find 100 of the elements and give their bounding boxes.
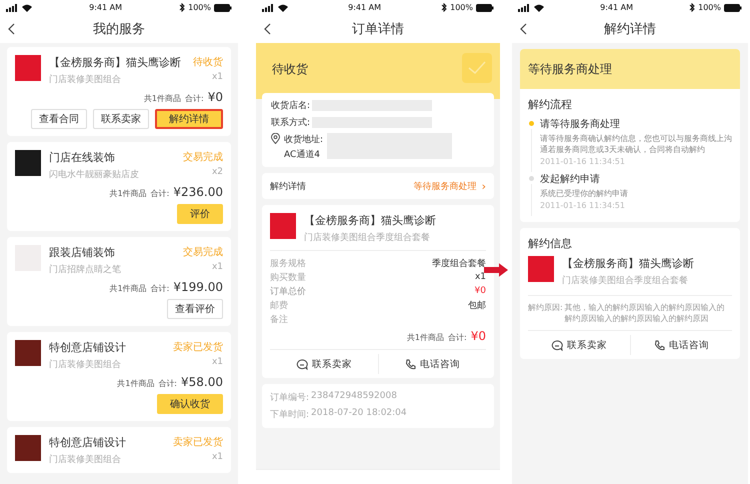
- total-label: 合计:: [150, 188, 170, 199]
- phone-icon: [404, 358, 416, 370]
- item-count: 共1件商品: [117, 378, 154, 389]
- battery-percent: 100%: [188, 3, 211, 12]
- back-icon[interactable]: [8, 23, 15, 35]
- detail-label: 服务规格: [270, 258, 306, 270]
- detail-label: 邮费: [270, 300, 288, 312]
- step-time: 2011-01-16 11:34:51: [540, 157, 626, 166]
- status-time: 9:41 AM: [348, 3, 381, 12]
- order-card[interactable]: 特创意店铺设计 门店装修美图组合 卖家已发货 x1 共1件商品 合计: ¥58.00 确认收货: [7, 332, 231, 421]
- step-description: 系统已受理你的解约申请: [540, 188, 629, 199]
- phone-button[interactable]: 电话咨询: [630, 335, 732, 355]
- page-title: 我的服务: [93, 21, 145, 38]
- order-status: 待收货: [272, 61, 308, 78]
- banner-title: 等待服务商处理: [528, 60, 612, 78]
- field-label: 收货地址:: [284, 134, 324, 146]
- item-count: 共1件商品: [110, 188, 147, 199]
- order-status: 交易完成: [183, 150, 223, 164]
- contact-seller-button[interactable]: 联系卖家: [528, 335, 630, 355]
- order-status: 待收货: [193, 56, 223, 69]
- bluetooth-icon: [179, 3, 186, 12]
- chat-icon: [550, 340, 563, 350]
- battery-percent: 100%: [450, 3, 473, 12]
- wifi-icon: [534, 4, 544, 12]
- outline-button[interactable]: 联系卖家: [93, 109, 149, 129]
- product-name: 特创意店铺设计: [49, 435, 127, 450]
- cancel-status: 等待服务商处理: [414, 180, 477, 192]
- outline-button[interactable]: 查看合同: [31, 109, 87, 129]
- back-icon[interactable]: [264, 23, 271, 35]
- detail-label: 购买数量: [270, 272, 306, 284]
- battery-icon: [476, 4, 494, 12]
- order-card[interactable]: 跟装店铺装饰 门店招牌点睛之笔 交易完成 x1 共1件商品 合计: ¥199.00 查看评价: [7, 237, 231, 326]
- wifi-icon: [22, 4, 32, 12]
- product-subtitle: 门店装修美图组合季度组合套餐: [562, 274, 689, 287]
- section-title: 解约流程: [528, 97, 573, 112]
- product-name: 【金榜服务商】猫头鹰诊断: [304, 213, 437, 228]
- quantity: x1: [210, 452, 223, 462]
- total-price: ¥199.00: [173, 280, 223, 294]
- product-thumbnail: [270, 213, 296, 239]
- contact-seller-button[interactable]: 联系卖家: [270, 354, 378, 374]
- back-icon[interactable]: [520, 23, 527, 35]
- total-price: ¥236.00: [173, 185, 223, 199]
- page-title: 解约详情: [604, 21, 656, 38]
- order-card[interactable]: 门店在线装饰 闪电水牛靓丽豪贴店皮 交易完成 x2 共1件商品 合计: ¥236.00 评价: [7, 142, 231, 231]
- wifi-icon: [278, 4, 288, 12]
- item-count: 共1件商品: [110, 283, 147, 294]
- page-title: 订单详情: [352, 21, 404, 38]
- status-time: 9:41 AM: [89, 3, 122, 12]
- quantity: x1: [210, 357, 223, 367]
- field-label: 收货店名:: [271, 100, 310, 112]
- detail-value: ¥0: [474, 286, 486, 296]
- order-card[interactable]: 特创意店铺设计 门店装修美图组合 卖家已发货 x1: [7, 427, 231, 473]
- total-price: ¥58.00: [181, 375, 223, 389]
- status-time: 9:41 AM: [600, 3, 633, 12]
- bluetooth-icon: [689, 3, 696, 12]
- info-label: 下单时间:: [270, 408, 310, 421]
- product-name: 【金榜服务商】猫头鹰诊断: [49, 55, 182, 70]
- battery-icon: [724, 4, 742, 12]
- detail-value: 包邮: [468, 300, 486, 312]
- product-name: 特创意店铺设计: [49, 340, 127, 355]
- primary-button[interactable]: 确认收货: [157, 394, 223, 414]
- detail-value: 季度组合套餐: [432, 258, 486, 270]
- product-name: 【金榜服务商】猫头鹰诊断: [562, 256, 695, 271]
- order-status: 卖家已发货: [173, 340, 223, 354]
- step-description: 请等待服务商确认解约信息，您也可以与服务商线上沟通若服务商同意或3天未确认，合同将自动解约: [540, 133, 732, 155]
- total-label: 合计:: [448, 332, 467, 343]
- quantity: x1: [210, 262, 223, 272]
- quantity: x1: [210, 72, 223, 82]
- phone-button[interactable]: 电话咨询: [378, 354, 486, 374]
- product-subtitle: 门店招牌点睛之笔: [49, 264, 122, 276]
- total-label: 合计:: [150, 283, 170, 294]
- order-card[interactable]: 【金榜服务商】猫头鹰诊断 门店装修美图组合 待收货 x1 共1件商品 合计: ¥0 查看合同 联系卖家 解约详情: [7, 47, 231, 136]
- product-subtitle: 门店装修美图组合季度组合套餐: [304, 232, 431, 244]
- field-label: 联系方式:: [271, 116, 310, 129]
- product-subtitle: 门店装修美图组合: [49, 74, 122, 86]
- info-value: 238472948592008: [311, 391, 397, 403]
- primary-button[interactable]: 评价: [177, 204, 223, 224]
- total-price: ¥0: [208, 90, 223, 104]
- order-status: 交易完成: [183, 246, 223, 259]
- step-title: 请等待服务商处理: [540, 118, 621, 131]
- cancel-detail-row[interactable]: 解约详情 等待服务商处理 ›: [262, 173, 494, 199]
- signal-icon: [518, 4, 531, 12]
- product-thumbnail: [528, 256, 554, 282]
- product-subtitle: 门店装修美图组合: [49, 454, 122, 466]
- reason-label: 解约原因:: [528, 302, 563, 314]
- outline-button[interactable]: 查看评价: [167, 299, 223, 319]
- section-title: 解约信息: [528, 236, 573, 251]
- row-label: 解约详情: [270, 180, 307, 192]
- total-label: 合计:: [185, 93, 204, 104]
- primary-button[interactable]: 解约详情: [155, 109, 223, 129]
- info-value: 2018-07-20 18:02:04: [311, 408, 407, 420]
- check-icon: [462, 53, 492, 83]
- reason-text: 其他，输入的解约原因输入的解约原因输入的解约原因输入的解约原因输入的解约原因: [564, 302, 726, 324]
- location-pin-icon: [271, 133, 280, 144]
- phone-icon: [654, 340, 665, 350]
- detail-label: 备注: [270, 314, 288, 326]
- info-label: 订单编号:: [270, 392, 310, 404]
- product-name: 跟装店铺装饰: [49, 245, 116, 260]
- item-count: 共1件商品: [406, 332, 444, 343]
- arrow-icon: [484, 262, 508, 278]
